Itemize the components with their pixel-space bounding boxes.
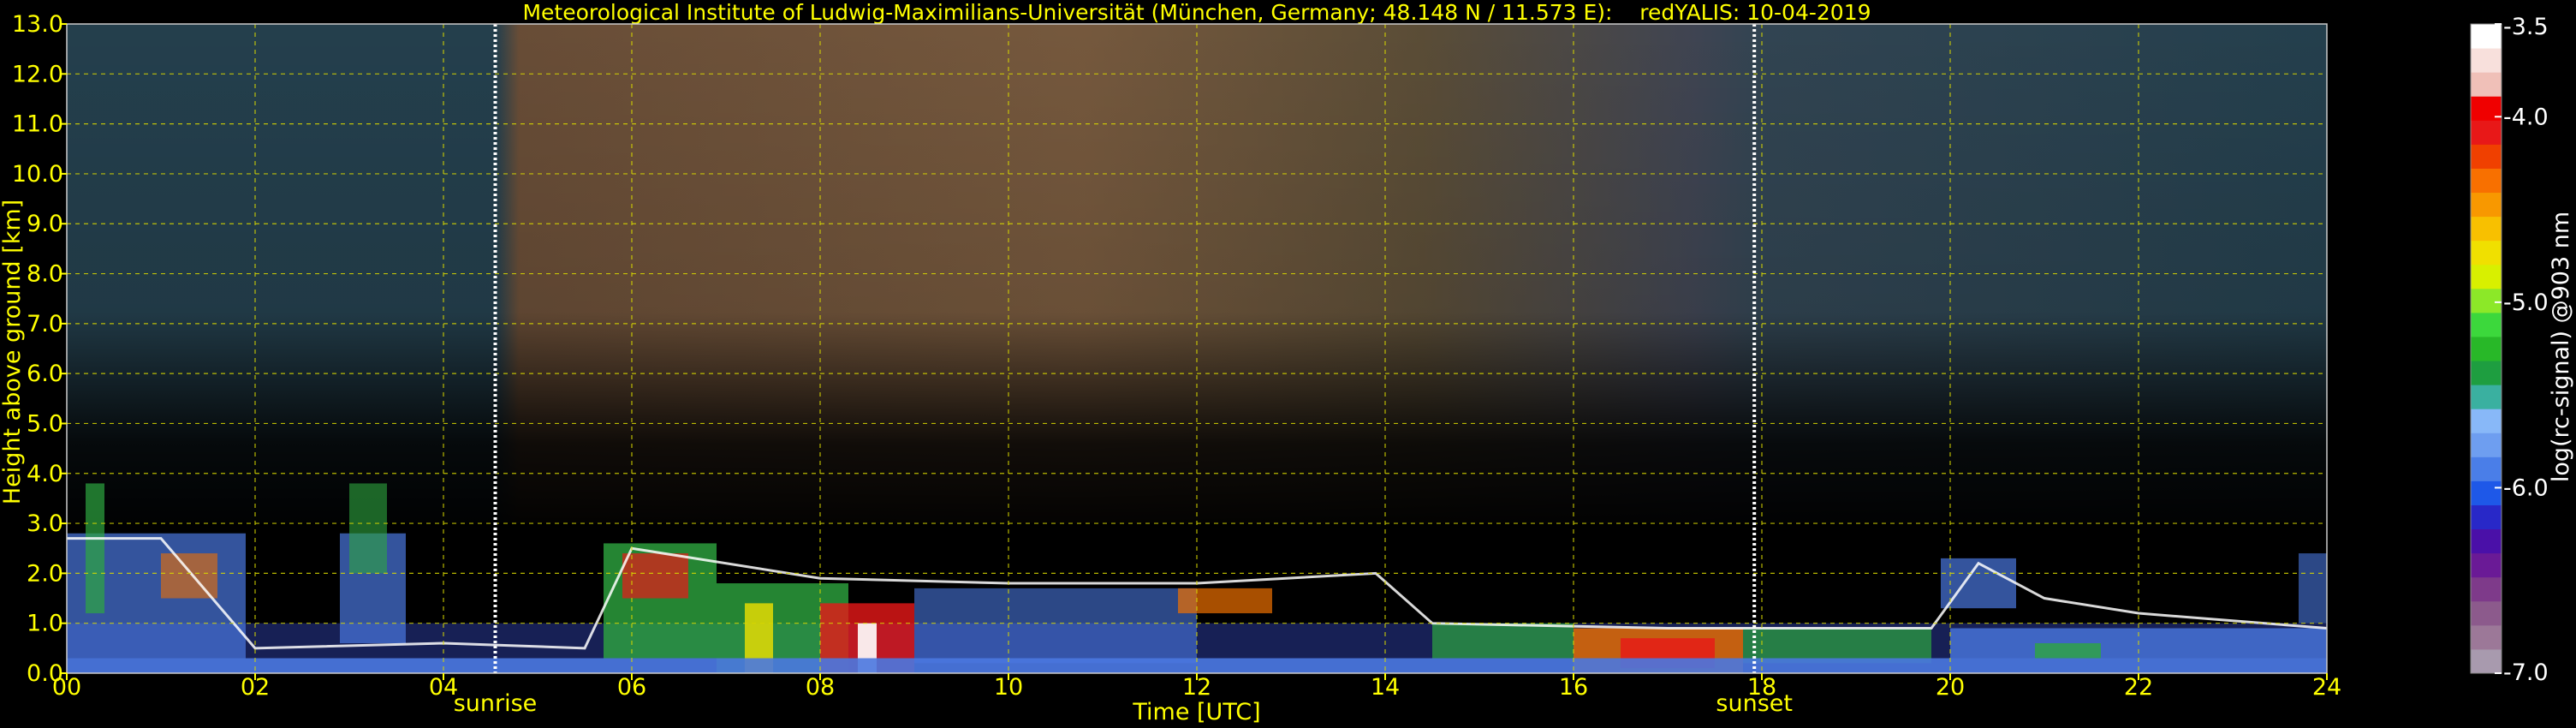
x-tick-label: 08: [806, 674, 835, 701]
colorbar: -3.5 -4.0 -5.0 -6.0 -7.0: [2470, 14, 2549, 686]
y-tick-label: 6.0: [27, 361, 63, 387]
x-tick-label: 24: [2312, 674, 2341, 701]
colorbar-tick-label: -4.0: [2503, 104, 2549, 130]
y-tick-label: 4.0: [27, 461, 63, 487]
colorbar-segment: [2471, 144, 2502, 169]
colorbar-segment: [2471, 72, 2502, 97]
colorbar-segment: [2471, 264, 2502, 289]
colorbar-segment: [2471, 192, 2502, 218]
x-tick-label: 10: [994, 674, 1023, 701]
x-tick-label: 02: [241, 674, 270, 701]
y-tick-label: 9.0: [27, 211, 63, 237]
colorbar-segment: [2471, 24, 2502, 49]
colorbar-tick-label: -5.0: [2503, 289, 2549, 316]
colorbar-label: log(rc-signal) @903 nm: [2548, 212, 2574, 482]
y-tick-label: 12.0: [12, 61, 63, 87]
colorbar-tick-label: -7.0: [2503, 659, 2549, 686]
x-tick-label: 22: [2124, 674, 2153, 701]
colorbar-segment: [2471, 361, 2502, 385]
x-tick-label: 12: [1182, 674, 1211, 701]
x-tick-label: 20: [1936, 674, 1965, 701]
colorbar-segment: [2471, 528, 2502, 554]
colorbar-segment: [2471, 480, 2502, 505]
colorbar-segment: [2471, 288, 2502, 313]
y-axis-label: Height above ground [km]: [0, 200, 26, 504]
sunrise-label: sunrise: [454, 690, 538, 717]
colorbar-segment: [2471, 433, 2502, 457]
colorbar-tick-label: -6.0: [2503, 474, 2549, 501]
lidar-chart: Meteorological Institute of Ludwig-Maxim…: [0, 0, 2574, 725]
colorbar-segment: [2471, 648, 2502, 674]
y-tick-label: 8.0: [27, 261, 63, 288]
colorbar-segment: [2471, 624, 2502, 650]
y-tick-label: 5.0: [27, 410, 63, 437]
x-tick-label: 18: [1747, 674, 1776, 701]
colorbar-segment: [2471, 576, 2502, 602]
colorbar-segment: [2471, 216, 2502, 242]
colorbar-segment: [2471, 385, 2502, 409]
y-tick-label: 0.0: [27, 660, 63, 687]
colorbar-segment: [2471, 504, 2502, 530]
colorbar-tick-label: -3.5: [2503, 14, 2549, 40]
y-tick-label: 1.0: [27, 611, 63, 637]
x-tick-label: 06: [617, 674, 646, 701]
y-tick-label: 3.0: [27, 510, 63, 537]
y-tick-label: 2.0: [27, 560, 63, 587]
colorbar-segment: [2471, 336, 2502, 361]
y-tick-label: 10.0: [12, 161, 63, 188]
colorbar-segment: [2471, 120, 2502, 145]
y-tick-label: 7.0: [27, 311, 63, 337]
x-tick-label: 14: [1371, 674, 1400, 701]
colorbar-segment: [2471, 48, 2502, 73]
x-axis-ticks: 00 02 04 06 08 10 12 14 16 18 20 22 24: [52, 673, 2341, 701]
chart-title: Meteorological Institute of Ludwig-Maxim…: [522, 0, 1871, 25]
y-tick-label: 13.0: [12, 11, 63, 38]
colorbar-segment: [2471, 552, 2502, 578]
colorbar-segment: [2471, 312, 2502, 337]
colorbar-segment: [2471, 600, 2502, 626]
y-tick-label: 11.0: [12, 111, 63, 138]
colorbar-segment: [2471, 456, 2502, 481]
colorbar-segment: [2471, 168, 2502, 194]
colorbar-segment: [2471, 240, 2502, 266]
x-tick-label: 16: [1559, 674, 1588, 701]
x-axis-label: Time [UTC]: [1132, 699, 1260, 725]
x-tick-label: 04: [429, 674, 458, 701]
colorbar-segment: [2471, 409, 2502, 433]
